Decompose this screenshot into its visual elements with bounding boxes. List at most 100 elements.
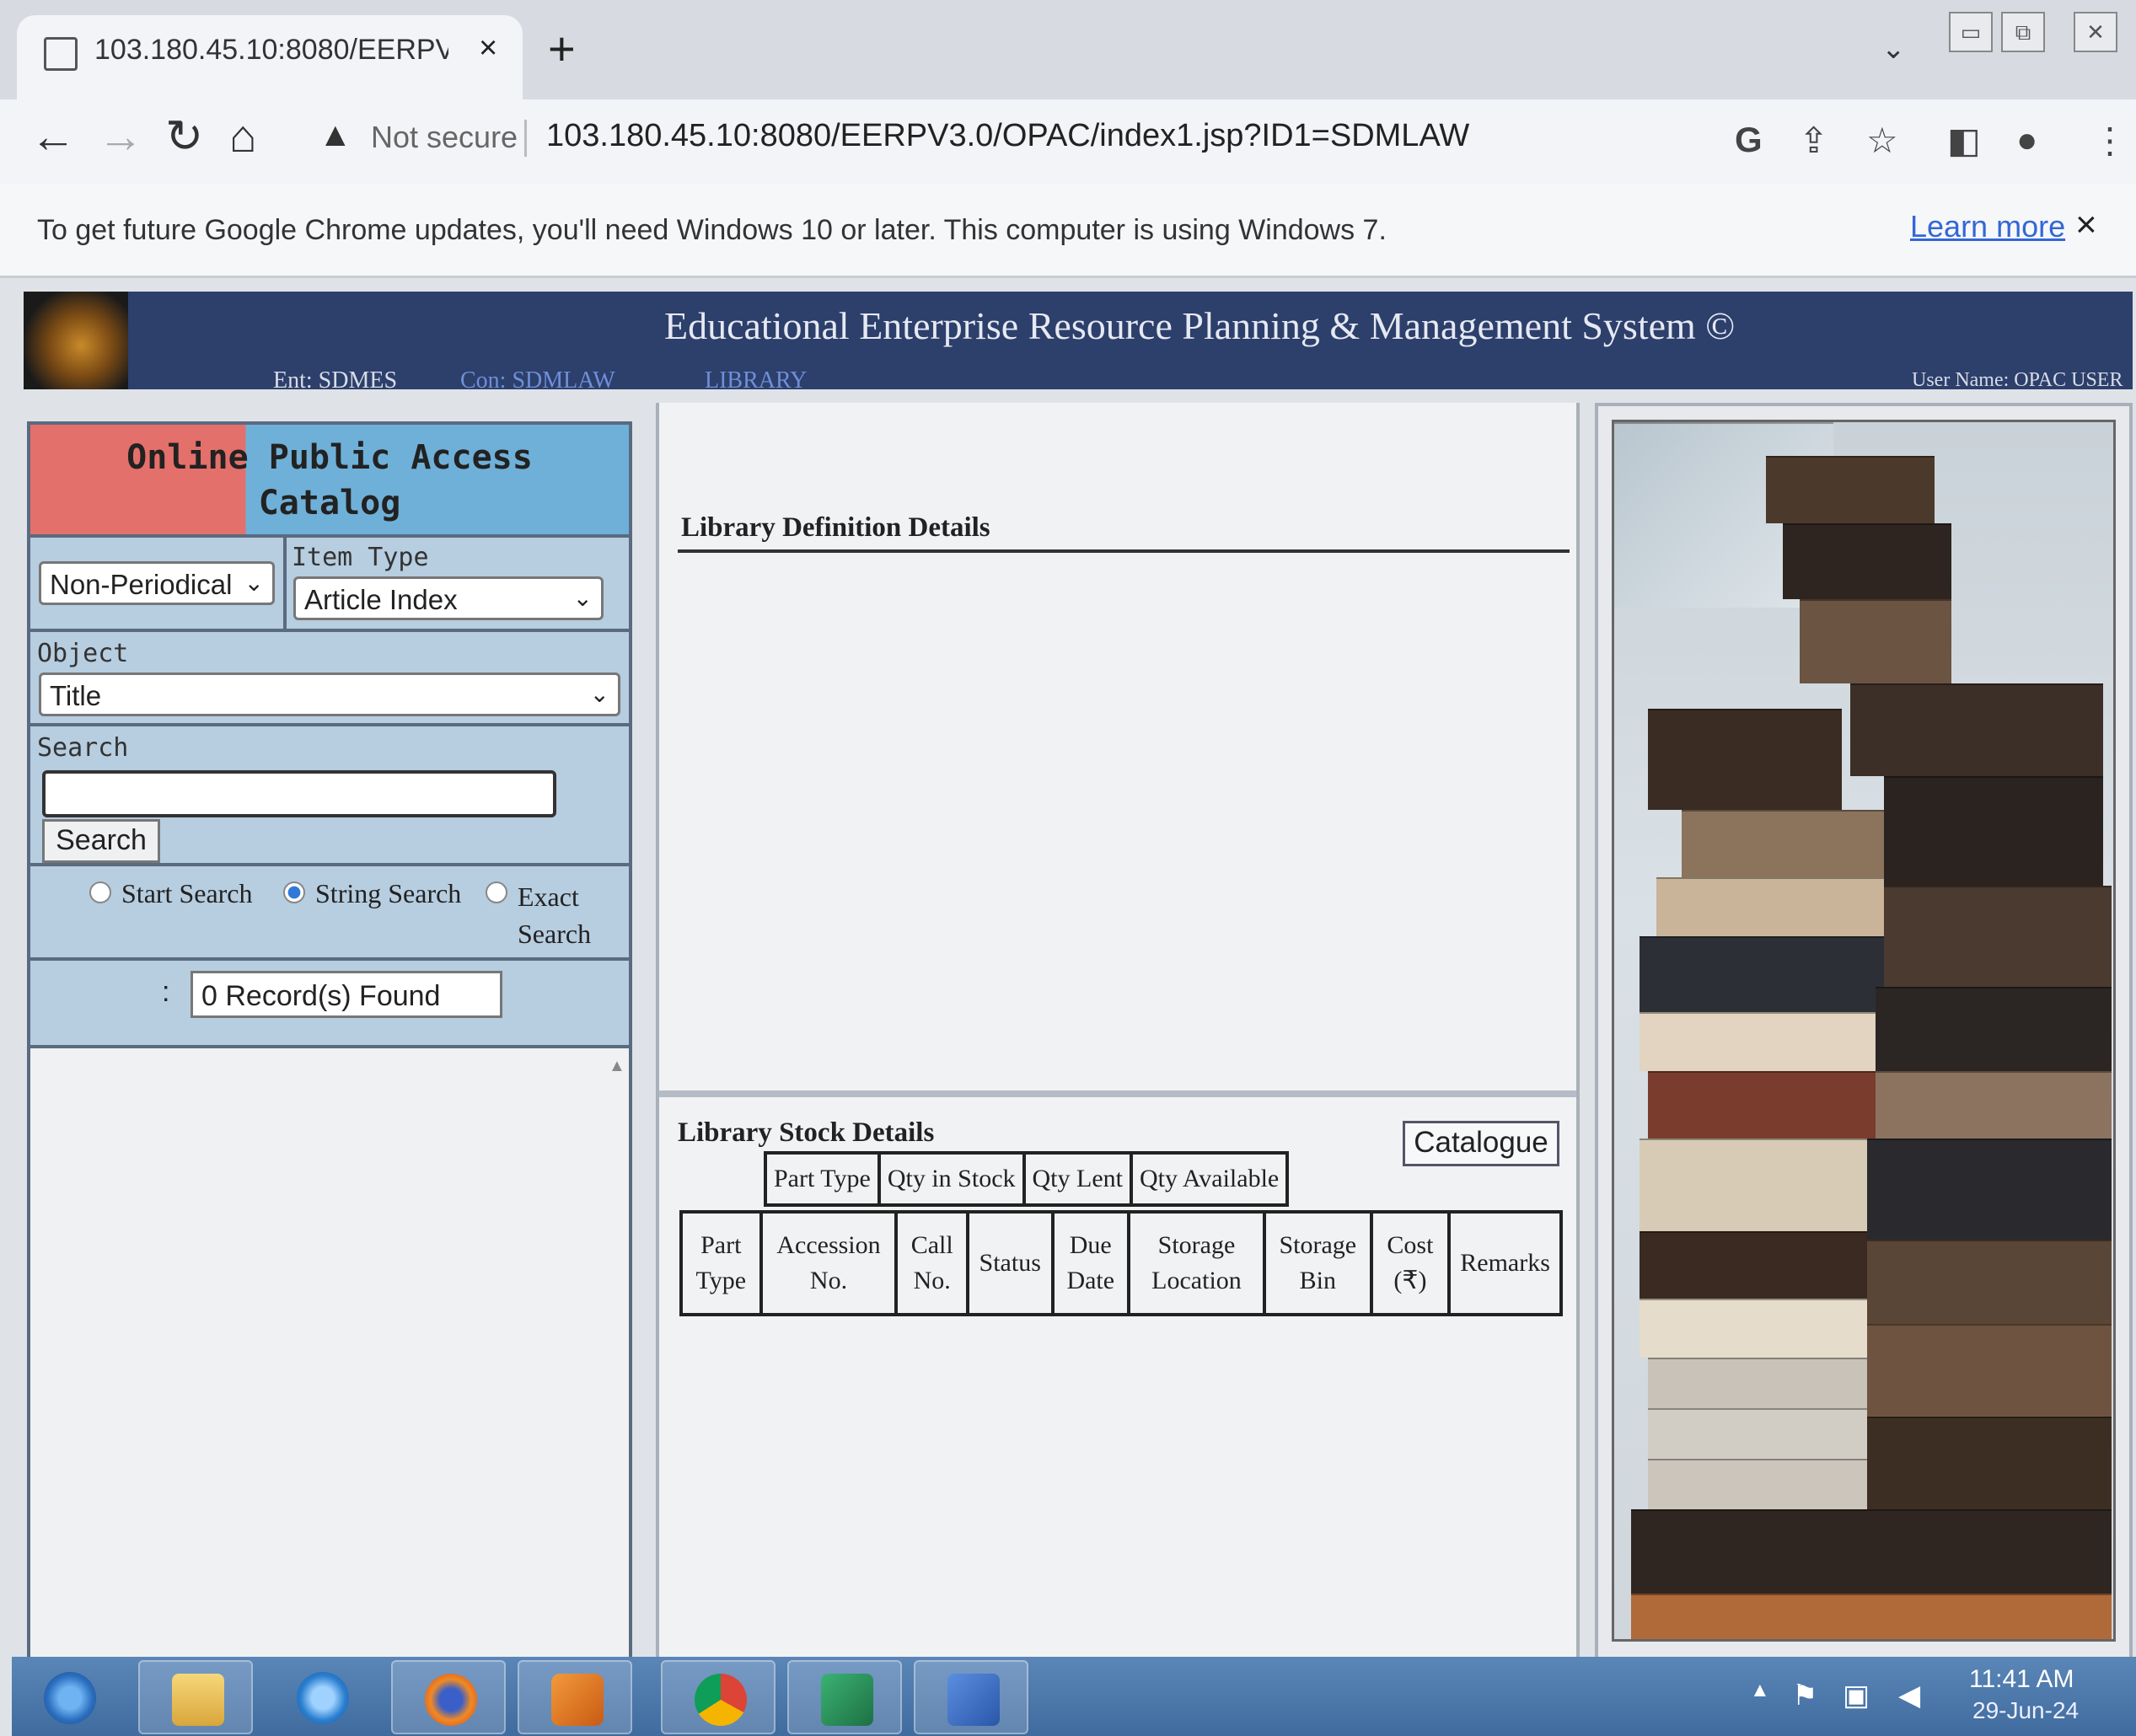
periodical-select-value: Non-Periodical bbox=[50, 569, 233, 600]
detail-header-row: Part Type Accession No. Call No. Status … bbox=[679, 1210, 1563, 1316]
window-close-icon[interactable]: ✕ bbox=[2074, 12, 2117, 52]
search-input[interactable] bbox=[42, 770, 556, 817]
action-center-flag-icon[interactable]: ⚑ bbox=[1792, 1679, 1817, 1712]
start-search-radio[interactable] bbox=[89, 881, 111, 903]
minimize-icon[interactable]: ▭ bbox=[1949, 12, 1993, 52]
tray-expand-icon[interactable]: ▲ bbox=[1750, 1679, 1770, 1702]
book-shape bbox=[1884, 776, 2103, 886]
library-details-panel: Library Definition Details Library Stock… bbox=[656, 403, 1580, 1667]
opac-heading: Online Public Access Catalog bbox=[30, 425, 629, 534]
home-icon[interactable]: ⌂ bbox=[229, 111, 257, 162]
new-tab-button[interactable]: + bbox=[548, 25, 576, 72]
taskbar-media[interactable] bbox=[518, 1660, 632, 1734]
tab-title: 103.180.45.10:8080/EERPV3.0/O bbox=[94, 34, 448, 66]
clock-date[interactable]: 29-Jun-24 bbox=[1972, 1697, 2079, 1724]
book-shape bbox=[1640, 936, 1884, 1012]
summary-col-qty-in-stock: Qty in Stock bbox=[877, 1151, 1026, 1207]
taskbar-word[interactable] bbox=[914, 1660, 1028, 1734]
enterprise-label: Ent: SDMES bbox=[273, 367, 398, 394]
learn-more-link[interactable]: Learn more bbox=[1910, 209, 2065, 244]
concern-link[interactable]: Con: SDMLAW bbox=[460, 367, 615, 394]
periodical-select[interactable]: Non-Periodical ⌄ bbox=[39, 561, 275, 605]
results-list[interactable]: ▲ bbox=[30, 1045, 629, 1657]
item-type-label: Item Type bbox=[292, 543, 429, 572]
string-search-radio[interactable] bbox=[283, 881, 305, 903]
book-shape bbox=[1648, 1358, 1867, 1408]
book-shape bbox=[1656, 877, 1884, 936]
books-stack-image bbox=[1612, 420, 2116, 1642]
reload-icon[interactable]: ↻ bbox=[165, 111, 203, 162]
taskbar-firefox[interactable] bbox=[391, 1660, 506, 1734]
book-shape bbox=[1648, 1408, 1867, 1459]
share-icon[interactable]: ⇪ bbox=[1799, 120, 1828, 161]
book-shape bbox=[1867, 1417, 2112, 1509]
chrome-icon bbox=[695, 1674, 747, 1726]
search-row: Search Search bbox=[30, 723, 629, 863]
tab-close-icon[interactable]: × bbox=[479, 30, 497, 67]
folder-icon bbox=[172, 1674, 224, 1726]
row-divider bbox=[283, 538, 287, 632]
app-title: Educational Enterprise Resource Planning… bbox=[664, 304, 1736, 347]
book-shape bbox=[1648, 1459, 1867, 1509]
browser-toolbar: ← → ↻ ⌂ ▲ Not secure 103.180.45.10:8080/… bbox=[0, 99, 2136, 184]
url-text[interactable]: 103.180.45.10:8080/EERPV3.0/OPAC/index1.… bbox=[546, 118, 1469, 154]
search-mode-row: Start Search String Search Exact Search bbox=[30, 863, 629, 957]
library-link[interactable]: LIBRARY bbox=[705, 367, 807, 394]
object-row: Object Title ⌄ bbox=[30, 629, 629, 723]
back-icon[interactable]: ← bbox=[30, 111, 76, 162]
book-shape bbox=[1766, 456, 1935, 523]
start-search-label: Start Search bbox=[121, 878, 253, 908]
google-icon[interactable]: G bbox=[1735, 120, 1763, 160]
address-bar[interactable]: ▲ Not secure 103.180.45.10:8080/EERPV3.0… bbox=[303, 110, 1720, 172]
item-type-select[interactable]: Article Index ⌄ bbox=[293, 576, 604, 620]
catalogue-button[interactable]: Catalogue bbox=[1403, 1121, 1559, 1166]
menu-icon[interactable]: ⋮ bbox=[2092, 120, 2128, 161]
detail-col-cost: Cost (₹) bbox=[1369, 1210, 1452, 1316]
records-row: : 0 Record(s) Found bbox=[30, 957, 629, 1045]
forward-icon[interactable]: → bbox=[98, 111, 143, 162]
network-icon[interactable]: ▣ bbox=[1843, 1679, 1870, 1712]
book-shape bbox=[1648, 709, 1842, 810]
tab-search-icon[interactable]: ⌄ bbox=[1881, 32, 1906, 66]
star-icon[interactable]: ☆ bbox=[1866, 120, 1898, 161]
browser-tab[interactable]: 103.180.45.10:8080/EERPV3.0/O × bbox=[17, 15, 523, 99]
volume-icon[interactable]: ◀ bbox=[1898, 1679, 1920, 1712]
profile-icon[interactable]: ● bbox=[2016, 120, 2037, 160]
browser-tab-strip: 103.180.45.10:8080/EERPV3.0/O × + ⌄ ▭ ⧉ … bbox=[0, 0, 2136, 99]
security-label[interactable]: Not secure bbox=[371, 120, 518, 155]
book-shape bbox=[1640, 1299, 1867, 1358]
taskbar-explorer[interactable] bbox=[138, 1660, 253, 1734]
summary-col-part-type: Part Type bbox=[764, 1151, 881, 1207]
taskbar-chrome[interactable] bbox=[661, 1660, 776, 1734]
restore-icon[interactable]: ⧉ bbox=[2001, 12, 2045, 52]
detail-col-call-no: Call No. bbox=[894, 1210, 969, 1316]
search-button[interactable]: Search bbox=[42, 819, 160, 863]
chevron-down-icon: ⌄ bbox=[244, 570, 264, 596]
sidebar-icon[interactable]: ◧ bbox=[1947, 120, 1981, 161]
book-shape bbox=[1800, 599, 1951, 683]
taskbar-ie[interactable] bbox=[265, 1660, 379, 1734]
infobar-message: To get future Google Chrome updates, you… bbox=[37, 214, 1387, 246]
book-shape bbox=[1884, 886, 2112, 987]
app-banner: Educational Enterprise Resource Planning… bbox=[24, 292, 2133, 394]
clock-time[interactable]: 11:41 AM bbox=[1969, 1665, 2074, 1694]
firefox-icon bbox=[425, 1674, 477, 1726]
object-select-value: Title bbox=[50, 680, 102, 711]
warning-icon[interactable]: ▲ bbox=[319, 116, 352, 154]
string-search-label: String Search bbox=[315, 878, 462, 908]
word-icon bbox=[947, 1674, 1000, 1726]
taskbar-excel[interactable] bbox=[787, 1660, 902, 1734]
institution-logo bbox=[24, 292, 128, 389]
book-shape bbox=[1631, 1594, 2112, 1639]
object-label: Object bbox=[37, 639, 129, 668]
start-button[interactable] bbox=[12, 1660, 126, 1734]
exact-search-radio[interactable] bbox=[486, 881, 507, 903]
scroll-up-icon[interactable]: ▲ bbox=[609, 1057, 625, 1076]
summary-col-qty-available: Qty Available bbox=[1129, 1151, 1290, 1207]
library-definition-title: Library Definition Details bbox=[681, 512, 990, 543]
panel-divider bbox=[659, 1090, 1576, 1097]
infobar-close-icon[interactable]: × bbox=[2075, 204, 2097, 246]
chevron-down-icon: ⌄ bbox=[589, 681, 609, 707]
object-select[interactable]: Title ⌄ bbox=[39, 672, 620, 716]
results-scrollbar[interactable]: ▲ bbox=[609, 1057, 625, 1647]
